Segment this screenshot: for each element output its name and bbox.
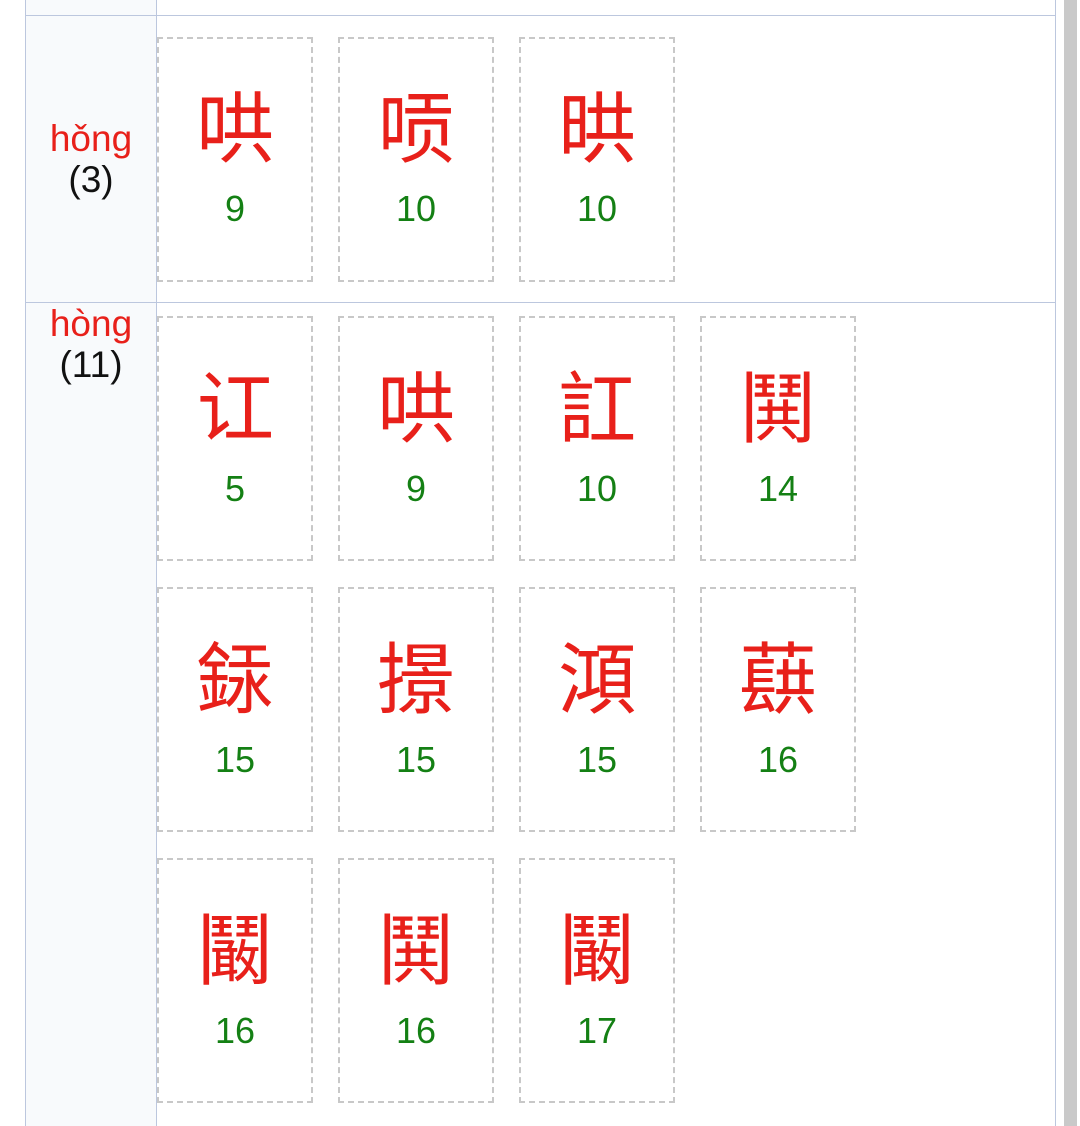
stroke-count: 9 [405, 467, 427, 509]
partial-chars-cell [156, 0, 1056, 16]
character-glyph: 哄 [376, 364, 455, 455]
character-box[interactable]: 鬨 14 [700, 316, 856, 561]
stroke-count: 10 [576, 188, 618, 229]
character-glyph: 銾 [195, 635, 274, 726]
character-glyph: 鬨 [738, 364, 817, 455]
character-box[interactable]: 晎 10 [519, 36, 675, 282]
character-glyph: 讧 [195, 364, 274, 455]
character-glyph: 鬨 [376, 906, 455, 997]
scrollbar-thumb[interactable] [1064, 0, 1077, 1126]
pinyin-count: (3) [68, 159, 114, 200]
partial-pinyin-cell [25, 0, 157, 16]
character-box[interactable]: 哄 9 [157, 36, 313, 282]
vertical-scrollbar[interactable] [1062, 0, 1080, 1126]
character-glyph: 撔 [376, 635, 455, 726]
stroke-count: 15 [214, 738, 256, 780]
page-root: hǒng (3) 哄 9 唝 10 晎 10 hòng (11) 讧 5 哄 9… [0, 0, 1080, 1126]
character-box[interactable]: 澒 15 [519, 587, 675, 832]
character-grid: 哄 9 唝 10 晎 10 [157, 24, 1055, 295]
pinyin-label: hǒng [49, 117, 133, 159]
characters-cell-hong4: 讧 5 哄 9 訌 10 鬨 14 銾 15 撔 15 澒 15 蕻 16 鬫 … [156, 302, 1056, 1126]
stroke-count: 9 [224, 188, 246, 229]
character-glyph: 唝 [376, 85, 455, 175]
character-glyph: 澒 [557, 635, 636, 726]
stroke-count: 10 [576, 467, 618, 509]
stroke-count: 10 [395, 188, 437, 229]
table-row-partial [25, 0, 1056, 16]
character-glyph: 鬫 [195, 906, 274, 997]
stroke-count: 15 [576, 738, 618, 780]
character-glyph: 哄 [195, 85, 274, 175]
characters-cell-hong3: 哄 9 唝 10 晎 10 [156, 15, 1056, 303]
stroke-count: 17 [576, 1009, 618, 1051]
character-grid: 讧 5 哄 9 訌 10 鬨 14 銾 15 撔 15 澒 15 蕻 16 鬫 … [157, 303, 1055, 1116]
pinyin-character-table: hǒng (3) 哄 9 唝 10 晎 10 hòng (11) 讧 5 哄 9… [25, 0, 1056, 1126]
character-box[interactable]: 唝 10 [338, 36, 494, 282]
character-box[interactable]: 蕻 16 [700, 587, 856, 832]
pinyin-count: (11) [59, 344, 123, 386]
character-box[interactable]: 鬫 17 [519, 858, 675, 1103]
pinyin-cell-hong4[interactable]: hòng (11) [25, 302, 157, 1126]
character-glyph: 鬫 [557, 906, 636, 997]
pinyin-label: hòng [49, 303, 133, 344]
character-box[interactable]: 讧 5 [157, 316, 313, 561]
stroke-count: 16 [757, 738, 799, 780]
character-box[interactable]: 哄 9 [338, 316, 494, 561]
character-box[interactable]: 鬨 16 [338, 858, 494, 1103]
character-glyph: 蕻 [738, 635, 817, 726]
character-box[interactable]: 銾 15 [157, 587, 313, 832]
stroke-count: 16 [214, 1009, 256, 1051]
character-table-container: hǒng (3) 哄 9 唝 10 晎 10 hòng (11) 讧 5 哄 9… [25, 0, 1056, 1126]
character-glyph: 晎 [557, 85, 636, 175]
character-glyph: 訌 [557, 364, 636, 455]
stroke-count: 14 [757, 467, 799, 509]
stroke-count: 15 [395, 738, 437, 780]
table-body: hǒng (3) 哄 9 唝 10 晎 10 hòng (11) 讧 5 哄 9… [25, 0, 1056, 1126]
table-row: hǒng (3) 哄 9 唝 10 晎 10 [25, 15, 1056, 303]
stroke-count: 16 [395, 1009, 437, 1051]
stroke-count: 5 [224, 467, 246, 509]
character-box[interactable]: 鬫 16 [157, 858, 313, 1103]
pinyin-cell-hong3[interactable]: hǒng (3) [25, 15, 157, 303]
table-row: hòng (11) 讧 5 哄 9 訌 10 鬨 14 銾 15 撔 15 澒 … [25, 302, 1056, 1126]
character-box[interactable]: 訌 10 [519, 316, 675, 561]
character-box[interactable]: 撔 15 [338, 587, 494, 832]
